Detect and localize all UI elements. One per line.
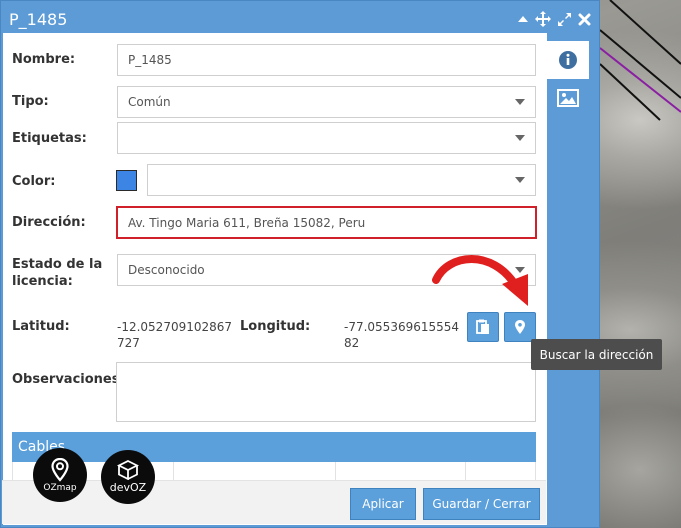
paste-icon [476,319,489,334]
save-close-button[interactable]: Guardar / Cerrar [423,488,540,520]
info-icon [559,51,577,69]
color-label: Color: [12,174,56,189]
annotation-arrow-icon [432,255,528,306]
image-icon [557,89,579,107]
close-icon[interactable] [578,13,591,26]
longitud-value: -77.05536961555482 [344,320,460,350]
observaciones-textarea[interactable] [116,362,536,422]
tooltip-text: Buscar la dirección [539,347,654,362]
cube-icon [117,460,139,480]
move-icon[interactable] [535,11,551,27]
nombre-value: P_1485 [128,53,172,67]
tipo-value: Común [128,95,171,109]
apply-button[interactable]: Aplicar [350,488,416,520]
save-close-label: Guardar / Cerrar [432,497,531,511]
tipo-label: Tipo: [12,94,49,109]
nombre-input[interactable]: P_1485 [117,44,536,76]
tipo-select[interactable]: Común [117,86,536,118]
estado-value: Desconocido [128,263,205,277]
estado-label-line2: licencia: [12,274,73,289]
cables-section-header[interactable]: Cables [12,432,536,462]
direccion-input[interactable]: Av. Tingo Maria 611, Breña 15082, Peru [116,206,537,239]
side-tabs [547,41,589,117]
dialog-titlebar[interactable]: P_1485 [1,1,599,37]
nombre-label: Nombre: [12,52,76,67]
search-address-button[interactable] [504,312,536,342]
direccion-value: Av. Tingo Maria 611, Breña 15082, Peru [128,215,366,230]
etiquetas-label: Etiquetas: [12,131,87,146]
dialog-title: P_1485 [9,9,68,29]
cables-table [12,462,536,480]
chevron-down-icon [515,99,525,105]
etiquetas-select[interactable] [117,122,536,154]
estado-label-line1: Estado de la [12,257,103,272]
longitud-label: Longitud: [240,319,311,334]
devoz-logo: devOZ [101,450,155,504]
tab-images[interactable] [547,79,589,117]
map-pin-icon [51,457,69,482]
collapse-icon[interactable] [517,14,529,24]
copy-coordinates-button[interactable] [467,312,499,342]
observaciones-label: Observaciones: [12,372,125,387]
chevron-down-icon [515,135,525,141]
map-marker-icon [515,320,525,334]
apply-label: Aplicar [362,497,404,511]
chevron-down-icon [515,177,525,183]
ozmap-logo-text: OZmap [43,482,77,493]
window-controls [517,11,591,27]
direccion-label: Dirección: [12,215,86,230]
color-swatch[interactable] [116,170,137,191]
devoz-logo-text: devOZ [109,481,147,494]
expand-icon[interactable] [557,12,572,27]
color-select[interactable] [147,164,536,196]
latitud-label: Latitud: [12,319,70,334]
search-address-tooltip: Buscar la dirección [531,339,662,370]
latitud-value: -12.052709102867727 [117,320,233,350]
tab-info[interactable] [547,41,589,79]
ozmap-logo: OZmap [33,448,87,502]
